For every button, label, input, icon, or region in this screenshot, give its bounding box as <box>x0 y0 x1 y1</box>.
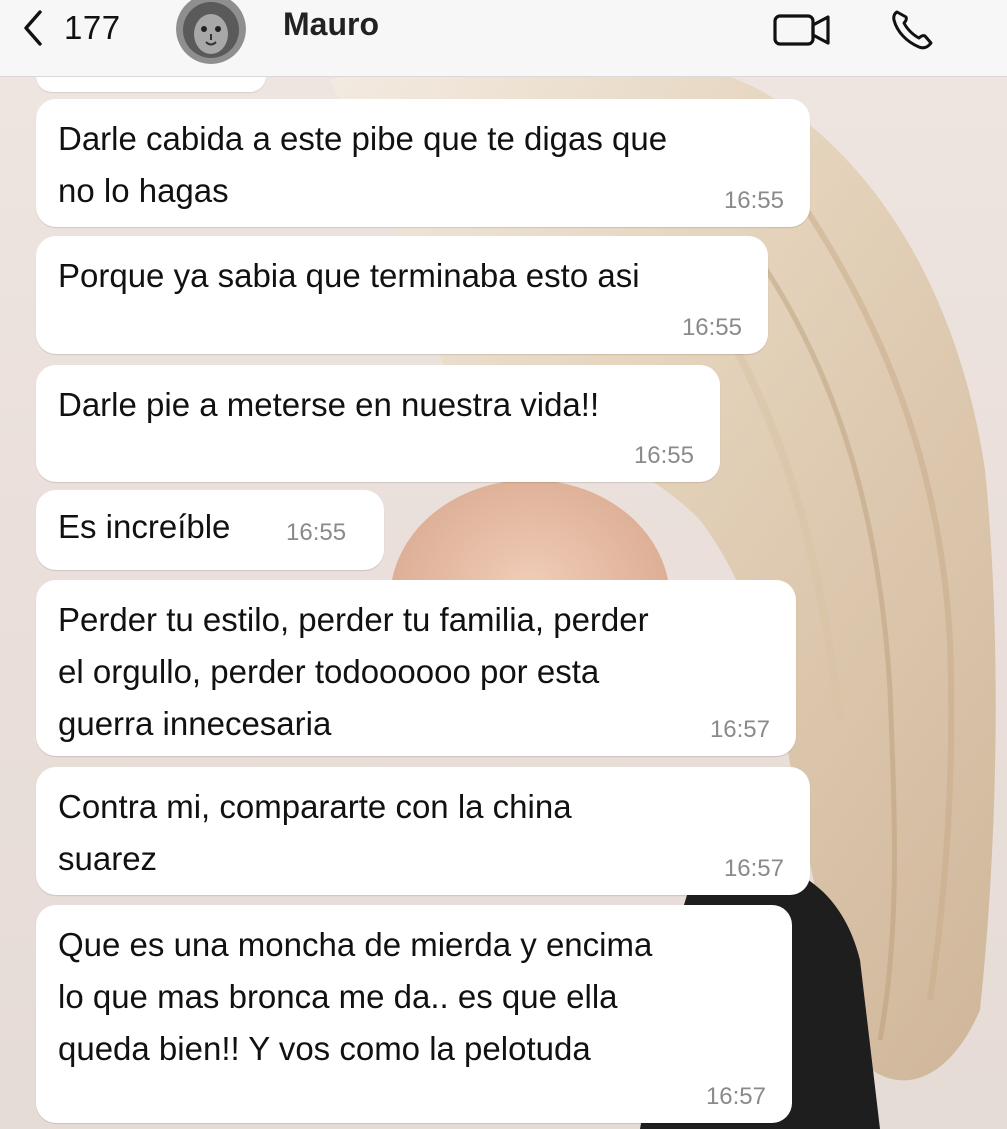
message-text: Darle cabida a este pibe que te digas qu… <box>58 120 668 209</box>
contact-avatar[interactable] <box>176 0 246 64</box>
message-bubble[interactable]: Darle cabida a este pibe que te digas qu… <box>36 99 810 227</box>
message-time: 16:55 <box>633 442 694 469</box>
message-list[interactable]: Darle cabida a este pibe que te digas qu… <box>0 0 1007 1129</box>
voice-call-button[interactable] <box>887 6 939 54</box>
message-time: 16:55 <box>286 519 347 546</box>
contact-name[interactable]: Mauro <box>283 6 379 43</box>
phone-icon <box>892 10 933 50</box>
message-text: Contra mi, compararte con la china suare… <box>58 788 572 877</box>
message-text: Es increíble <box>58 508 231 545</box>
video-camera-icon <box>773 14 830 46</box>
chat-header: 177 Mauro <box>0 0 1007 77</box>
message-time: 16:55 <box>681 314 742 341</box>
back-button[interactable]: 177 <box>22 4 121 52</box>
message-text: Porque ya sabia que terminaba esto asi <box>58 257 640 294</box>
message-text: Darle pie a meterse en nuestra vida!! <box>58 386 600 423</box>
message-text: Que es una moncha de mierda y encima lo … <box>58 926 653 1067</box>
chevron-left-icon <box>24 10 42 46</box>
message-bubble[interactable]: Contra mi, compararte con la china suare… <box>36 767 810 895</box>
message-time: 16:57 <box>705 1083 766 1110</box>
message-bubble[interactable]: Porque ya sabia que terminaba esto asi 1… <box>36 236 768 354</box>
message-bubble[interactable]: Es increíble 16:55 <box>36 490 384 570</box>
message-time: 16:57 <box>709 716 770 743</box>
lion-avatar-icon <box>176 0 246 64</box>
unread-count: 177 <box>64 9 121 46</box>
message-bubble[interactable]: Darle pie a meterse en nuestra vida!! 16… <box>36 365 720 482</box>
message-text: Perder tu estilo, perder tu familia, per… <box>58 601 649 742</box>
message-time: 16:57 <box>723 855 784 882</box>
message-time: 16:55 <box>723 187 784 214</box>
message-bubble[interactable]: Que es una moncha de mierda y encima lo … <box>36 905 792 1123</box>
message-bubble[interactable]: Perder tu estilo, perder tu familia, per… <box>36 580 796 756</box>
video-call-button[interactable] <box>772 10 834 50</box>
